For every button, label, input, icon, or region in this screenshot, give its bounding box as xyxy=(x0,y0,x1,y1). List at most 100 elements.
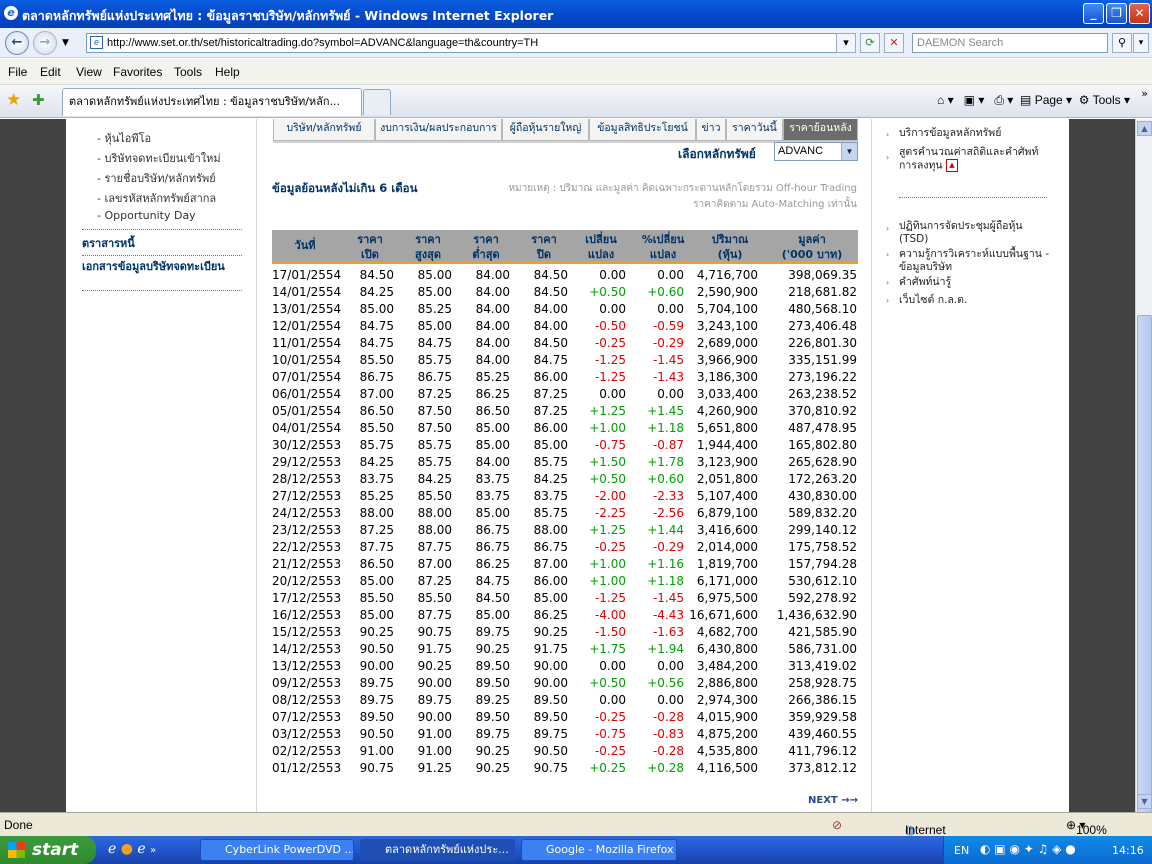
subtab-benefits[interactable]: ข้อมูลสิทธิประโยชน์ xyxy=(589,119,696,141)
header-line: วันที่ xyxy=(294,239,316,252)
header-line: แปลง xyxy=(587,248,615,261)
header-line: ('000 บาท) xyxy=(781,248,843,261)
table-cell: 86.75 xyxy=(359,370,394,384)
column-header: %เปลี่ยน แปลง xyxy=(630,230,696,264)
minimize-button[interactable]: _ xyxy=(1083,3,1104,24)
menu-view[interactable]: View xyxy=(76,65,102,79)
scroll-up-icon[interactable]: ▲ xyxy=(1137,121,1152,136)
menu-tools[interactable]: Tools xyxy=(174,65,202,79)
leftnav-item-new-listed[interactable]: - บริษัทจดทะเบียนเข้าใหม่ xyxy=(97,149,221,167)
rightnav-link-sec[interactable]: เว็บไซต์ ก.ล.ต. xyxy=(899,294,967,307)
table-cell: 90.50 xyxy=(359,727,394,741)
rightnav-link-securities-info[interactable]: บริการข้อมูลหลักทรัพย์ xyxy=(899,127,1001,140)
feeds-icon[interactable]: ▣ ▾ xyxy=(964,93,985,107)
command-bar: ⌂ ▾ ▣ ▾ ⎙ ▾ ▤ Page ▾ ⚙ Tools ▾ xyxy=(937,93,1130,108)
leftnav-item-isin[interactable]: - เลขรหัสหลักทรัพย์สากล xyxy=(97,189,216,207)
table-cell: 84.00 xyxy=(475,319,510,333)
search-icon[interactable]: ⚲ xyxy=(1112,33,1132,53)
firefox-quicklaunch-icon[interactable]: ● xyxy=(121,841,133,857)
bullet-icon: › xyxy=(886,296,890,305)
rightnav-link-formulas[interactable]: สูตรคำนวณค่าสถิติและคำศัพท์การลงทุน ▲ xyxy=(899,146,1054,173)
task-ie-set[interactable]: ตลาดหลักทรัพย์แห่งประ... xyxy=(360,839,515,861)
refresh-icon[interactable]: ⟳ xyxy=(860,33,880,53)
subtab-today-price[interactable]: ราคาวันนี้ xyxy=(726,119,783,141)
menu-file[interactable]: File xyxy=(8,65,27,79)
chevron-right-icon[interactable]: » xyxy=(1141,87,1148,100)
table-cell: 11/01/2554 xyxy=(272,336,342,350)
leftnav-item-ipo[interactable]: - หุ้นไอพีโอ xyxy=(97,129,151,147)
table-cell: 84.75 xyxy=(417,336,452,350)
table-cell: 86.00 xyxy=(533,421,568,435)
menu-edit[interactable]: Edit xyxy=(40,65,61,79)
subtab-company[interactable]: บริษัท/หลักทรัพย์ xyxy=(273,119,375,141)
subtab-historical-price[interactable]: ราคาย้อนหลัง xyxy=(783,119,858,141)
bullet-icon: › xyxy=(886,153,890,162)
url-field[interactable]: e http://www.set.or.th/set/historicaltrad… xyxy=(86,33,856,53)
table-cell: 90.25 xyxy=(475,642,510,656)
bullet-icon: › xyxy=(886,130,890,139)
scroll-down-icon[interactable]: ▼ xyxy=(1137,794,1152,809)
quicklaunch-more-icon[interactable]: » xyxy=(150,845,156,856)
maximize-button[interactable]: ❐ xyxy=(1106,3,1127,24)
search-input[interactable]: DAEMON Search xyxy=(912,33,1108,53)
scroll-thumb[interactable] xyxy=(1137,315,1152,830)
security-select-value: ADVANC xyxy=(778,145,824,157)
add-favorite-icon[interactable]: ✚ xyxy=(32,91,45,109)
table-cell: 88.00 xyxy=(359,506,394,520)
leftnav-item-opportunity-day[interactable]: - Opportunity Day xyxy=(97,209,196,222)
menu-help[interactable]: Help xyxy=(215,65,240,79)
chevron-down-icon: ▼ xyxy=(841,143,857,160)
back-button[interactable]: ← xyxy=(5,31,29,55)
leftnav-item-company-list[interactable]: - รายชื่อบริษัท/หลักทรัพย์ xyxy=(97,169,216,187)
stop-icon[interactable]: ✕ xyxy=(884,33,904,53)
tab-active[interactable]: ตลาดหลักทรัพย์แห่งประเทศไทย : ข้อมูลราชบ… xyxy=(62,88,362,116)
vertical-scrollbar[interactable]: ▲ ▼ xyxy=(1135,119,1152,830)
table-cell: 86.25 xyxy=(475,387,510,401)
table-cell: 85.75 xyxy=(533,506,568,520)
new-tab-button[interactable] xyxy=(363,89,391,115)
table-row: 12/01/2554 84.75 85.00 84.00 84.00 -0.50 -0.59… xyxy=(272,318,858,335)
table-cell: -0.25 xyxy=(594,540,626,554)
forward-button[interactable]: → xyxy=(33,31,57,55)
security-select[interactable]: ADVANC ▼ xyxy=(774,142,858,161)
close-button[interactable]: ✕ xyxy=(1129,3,1150,24)
leftnav-section-bonds[interactable]: ตราสารหนี้ xyxy=(82,229,242,255)
leftnav-section-filing[interactable]: เอกสารข้อมูลบริษัทจดทะเบียน xyxy=(82,255,242,291)
table-cell: 6,430,800 xyxy=(696,642,758,656)
print-icon[interactable]: ⎙ ▾ xyxy=(994,93,1013,107)
zoom-control[interactable]: ⊕ 100% ▾ xyxy=(1066,818,1107,837)
table-cell: 85.50 xyxy=(417,591,452,605)
clock: 14:16 xyxy=(1112,844,1144,857)
table-cell: +1.18 xyxy=(647,421,684,435)
table-cell: 4,116,500 xyxy=(696,761,758,775)
page-menu[interactable]: ▤ Page ▾ xyxy=(1020,93,1072,107)
home-icon[interactable]: ⌂ ▾ xyxy=(937,93,954,107)
ie-quicklaunch-icon[interactable]: ℯ xyxy=(108,841,116,857)
url-dropdown-icon[interactable]: ▾ xyxy=(836,33,856,53)
favorites-star-icon[interactable]: ★ xyxy=(6,90,21,110)
subtab-shareholders[interactable]: ผู้ถือหุ้นรายใหญ่ xyxy=(502,119,589,141)
tools-menu[interactable]: ⚙ Tools ▾ xyxy=(1079,93,1130,107)
rightnav-link-tsd-calendar[interactable]: ปฏิทินการจัดประชุมผู้ถือหุ้น (TSD) xyxy=(899,220,1054,246)
table-cell: -1.63 xyxy=(652,625,684,639)
table-row: 01/12/2553 90.75 91.25 90.25 90.75 +0.25 +0.28… xyxy=(272,760,858,777)
search-options-icon[interactable]: ▾ xyxy=(1133,33,1149,53)
rightnav-link-glossary[interactable]: คำศัพท์น่ารู้ xyxy=(899,276,951,289)
history-dropdown-icon[interactable]: ▼ xyxy=(62,38,69,48)
language-indicator[interactable]: EN xyxy=(954,844,969,857)
table-row: 16/12/2553 85.00 87.75 85.00 86.25 -4.00 -4.43… xyxy=(272,607,858,624)
menu-favorites[interactable]: Favorites xyxy=(113,65,162,79)
subtab-financials[interactable]: งบการเงิน/ผลประกอบการ xyxy=(375,119,502,141)
task-powerdvd[interactable]: CyberLink PowerDVD ... xyxy=(200,839,354,861)
browser-quicklaunch-icon[interactable]: ℯ xyxy=(137,841,145,857)
rightnav-link-fundamental[interactable]: ความรู้การวิเคราะห์แบบพื้นฐาน - ข้อมูลบร… xyxy=(899,248,1059,274)
table-cell: -0.59 xyxy=(652,319,684,333)
start-button[interactable]: start xyxy=(0,836,96,864)
tray-icons[interactable]: ◐ ▣ ◉ ✦ ♫ ◈ ● xyxy=(980,842,1076,856)
table-cell: 84.50 xyxy=(533,268,568,282)
table-cell: 89.75 xyxy=(417,693,452,707)
next-link[interactable]: NEXT →→ xyxy=(808,795,858,806)
subtab-news[interactable]: ข่าว xyxy=(696,119,726,141)
table-cell: -0.75 xyxy=(594,438,626,452)
task-firefox[interactable]: Google - Mozilla Firefox xyxy=(521,839,677,861)
